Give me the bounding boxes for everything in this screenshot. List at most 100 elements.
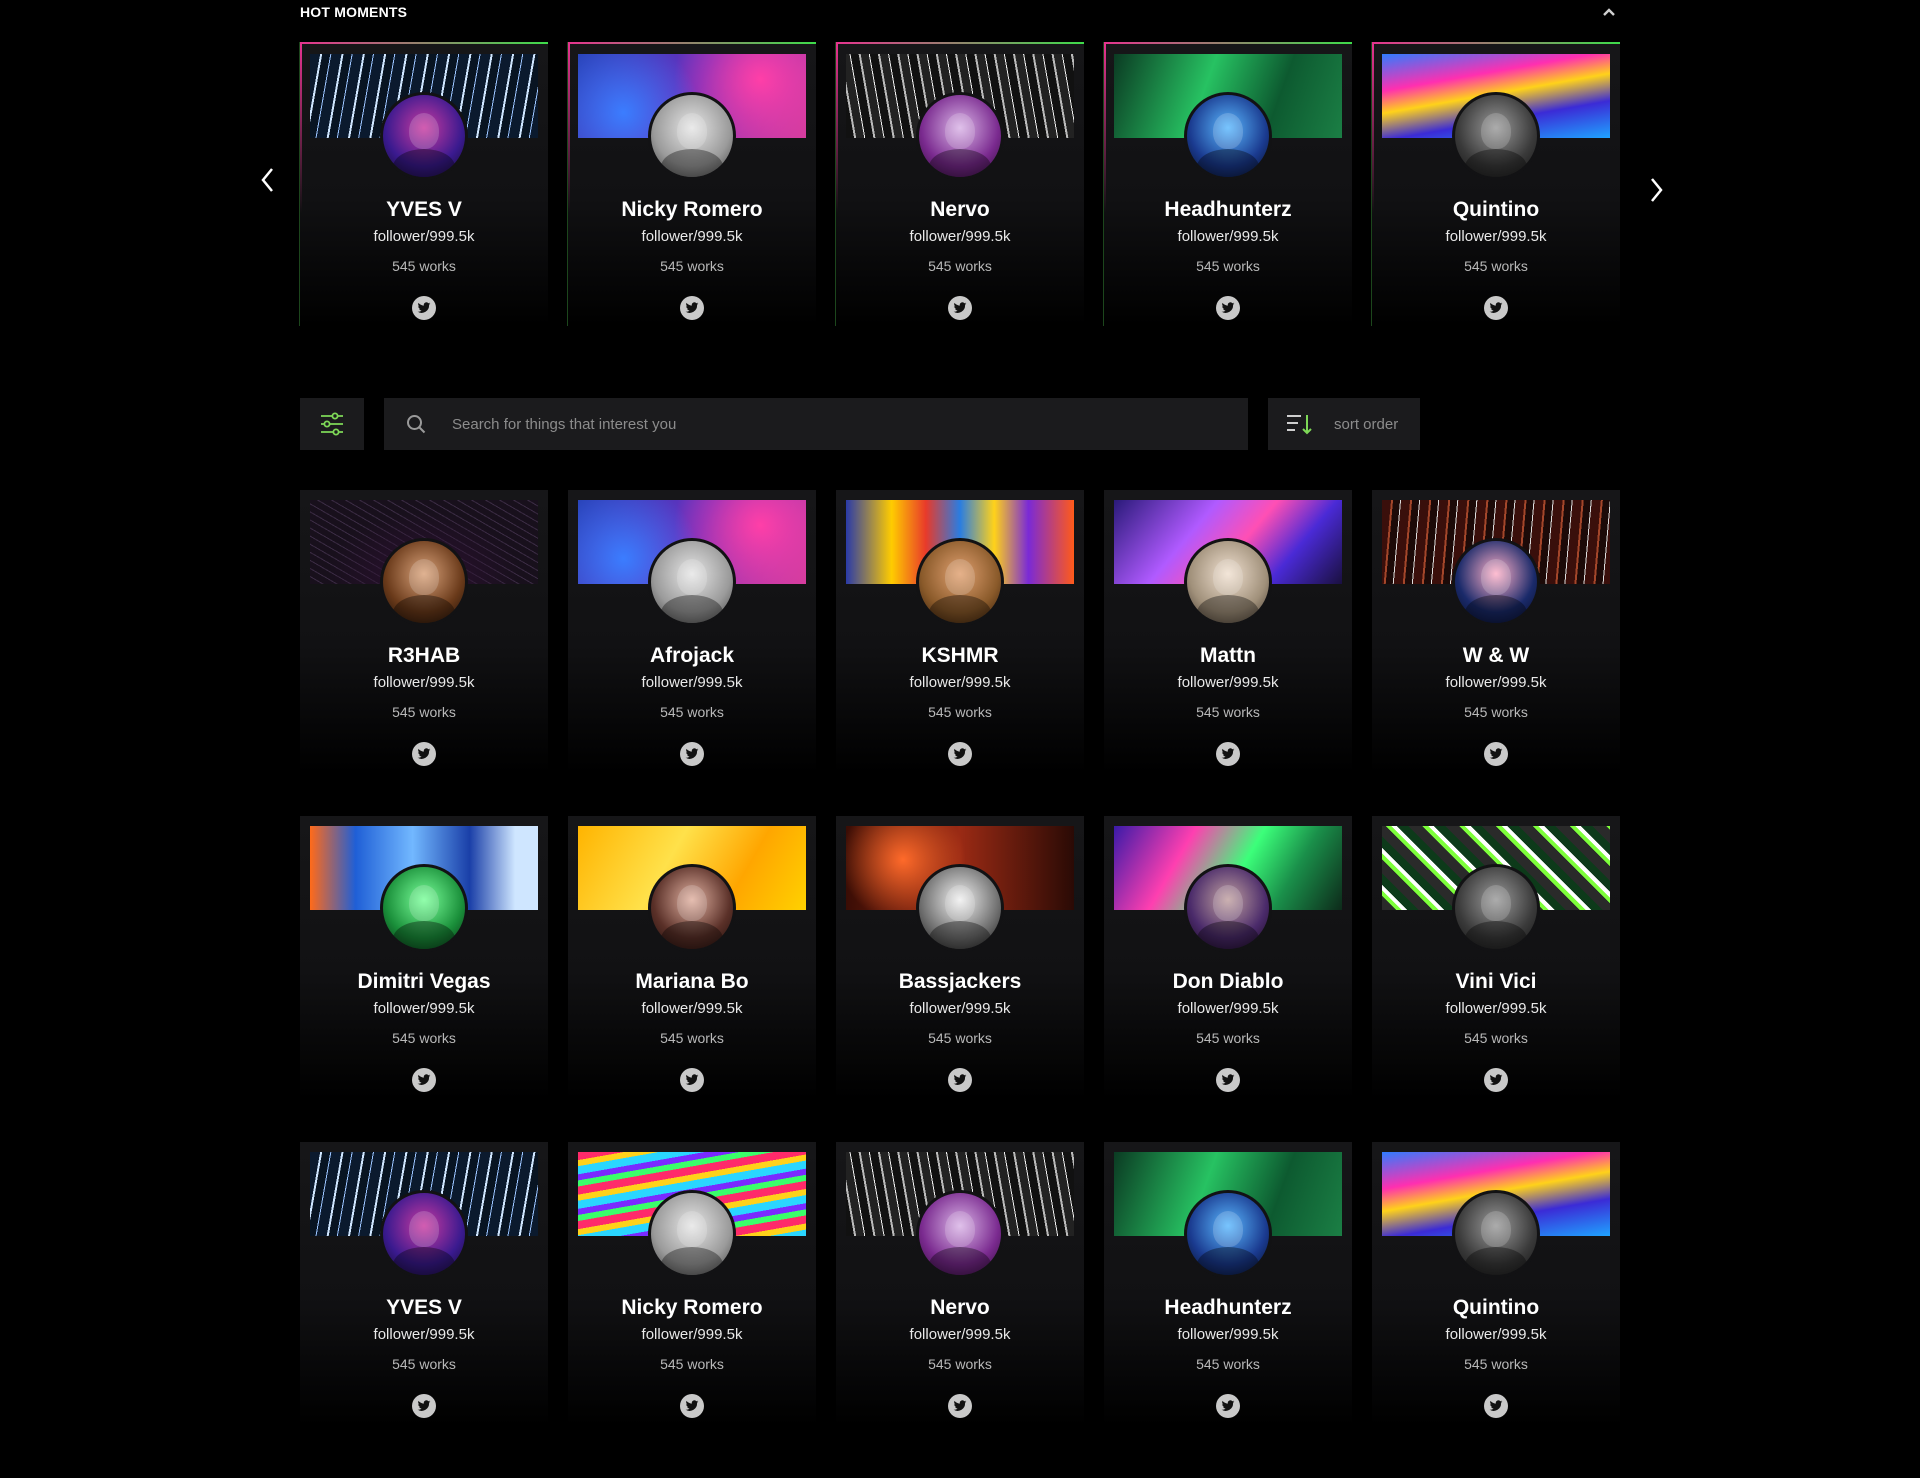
artist-card[interactable]: Headhunterz follower/999.5k 545 works xyxy=(1104,1142,1352,1426)
sort-icon xyxy=(1287,415,1312,435)
twitter-icon[interactable] xyxy=(948,296,972,320)
follower-count: follower/999.5k xyxy=(909,1000,1011,1017)
artist-name: Headhunterz xyxy=(1164,198,1292,221)
filter-button[interactable] xyxy=(300,398,364,450)
twitter-icon[interactable] xyxy=(948,1068,972,1092)
twitter-icon[interactable] xyxy=(412,1068,436,1092)
works-count: 545 works xyxy=(1464,704,1528,720)
avatar xyxy=(916,864,1004,952)
works-count: 545 works xyxy=(1464,1356,1528,1372)
twitter-icon[interactable] xyxy=(412,1394,436,1418)
follower-count: follower/999.5k xyxy=(373,674,475,691)
twitter-icon[interactable] xyxy=(680,1068,704,1092)
twitter-icon[interactable] xyxy=(1216,1394,1240,1418)
artist-card[interactable]: Vini Vici follower/999.5k 545 works xyxy=(1372,816,1620,1100)
artist-card[interactable]: Nervo follower/999.5k 545 works xyxy=(836,1142,1084,1426)
twitter-icon[interactable] xyxy=(412,742,436,766)
follower-count: follower/999.5k xyxy=(909,1326,1011,1343)
works-count: 545 works xyxy=(660,1356,724,1372)
works-count: 545 works xyxy=(1196,1030,1260,1046)
avatar xyxy=(1452,864,1540,952)
artist-card[interactable]: KSHMR follower/999.5k 545 works xyxy=(836,490,1084,774)
artist-card[interactable]: YVES V follower/999.5k 545 works xyxy=(300,1142,548,1426)
twitter-icon[interactable] xyxy=(1216,296,1240,320)
artist-card[interactable]: Afrojack follower/999.5k 545 works xyxy=(568,490,816,774)
follower-count: follower/999.5k xyxy=(1177,1326,1279,1343)
avatar xyxy=(380,1190,468,1278)
twitter-icon[interactable] xyxy=(680,1394,704,1418)
artist-card[interactable]: R3HAB follower/999.5k 545 works xyxy=(300,490,548,774)
works-count: 545 works xyxy=(660,1030,724,1046)
follower-count: follower/999.5k xyxy=(1445,1000,1547,1017)
artist-name: Afrojack xyxy=(649,644,735,667)
follower-count: follower/999.5k xyxy=(641,674,743,691)
avatar xyxy=(1452,1190,1540,1278)
works-count: 545 works xyxy=(928,258,992,274)
twitter-icon[interactable] xyxy=(680,296,704,320)
artist-card[interactable]: Mariana Bo follower/999.5k 545 works xyxy=(568,816,816,1100)
follower-count: follower/999.5k xyxy=(1177,1000,1279,1017)
hot-artist-card[interactable]: Quintino follower/999.5k 545 works xyxy=(1372,42,1620,326)
artist-name: Nicky Romero xyxy=(621,1296,763,1319)
chevron-up-icon xyxy=(1603,8,1615,16)
follower-count: follower/999.5k xyxy=(373,1000,475,1017)
twitter-icon[interactable] xyxy=(1484,1068,1508,1092)
chevron-left-icon xyxy=(261,168,273,192)
twitter-icon[interactable] xyxy=(1484,296,1508,320)
artist-name: W & W xyxy=(1462,644,1530,667)
twitter-icon[interactable] xyxy=(1216,742,1240,766)
twitter-icon[interactable] xyxy=(680,742,704,766)
hot-artist-card[interactable]: Nicky Romero follower/999.5k 545 works xyxy=(568,42,816,326)
artist-name: Nicky Romero xyxy=(621,198,763,221)
artist-name: Nervo xyxy=(930,198,990,221)
artist-name: Quintino xyxy=(1452,1296,1540,1319)
chevron-right-icon xyxy=(1651,178,1663,202)
avatar xyxy=(1184,864,1272,952)
artist-card[interactable]: Dimitri Vegas follower/999.5k 545 works xyxy=(300,816,548,1100)
twitter-icon[interactable] xyxy=(1216,1068,1240,1092)
twitter-icon[interactable] xyxy=(948,1394,972,1418)
works-count: 545 works xyxy=(392,704,456,720)
follower-count: follower/999.5k xyxy=(641,228,743,245)
avatar xyxy=(648,1190,736,1278)
artist-name: Headhunterz xyxy=(1164,1296,1292,1319)
follower-count: follower/999.5k xyxy=(641,1000,743,1017)
carousel-next-button[interactable] xyxy=(1642,170,1672,210)
artist-card[interactable]: Quintino follower/999.5k 545 works xyxy=(1372,1142,1620,1426)
search-bar xyxy=(384,398,1248,450)
avatar xyxy=(1452,92,1540,180)
sort-order-button[interactable]: sort order xyxy=(1268,398,1420,450)
works-count: 545 works xyxy=(392,1030,456,1046)
follower-count: follower/999.5k xyxy=(1445,674,1547,691)
artist-name: Don Diablo xyxy=(1172,970,1284,993)
artist-card[interactable]: Mattn follower/999.5k 545 works xyxy=(1104,490,1352,774)
collapse-button[interactable] xyxy=(1598,2,1620,22)
artist-card[interactable]: W & W follower/999.5k 545 works xyxy=(1372,490,1620,774)
avatar xyxy=(916,538,1004,626)
hot-artist-card[interactable]: Nervo follower/999.5k 545 works xyxy=(836,42,1084,326)
works-count: 545 works xyxy=(1464,1030,1528,1046)
avatar xyxy=(1184,538,1272,626)
twitter-icon[interactable] xyxy=(1484,742,1508,766)
hot-moments-carousel: YVES V follower/999.5k 545 works Nicky R… xyxy=(300,42,1620,326)
hot-artist-card[interactable]: YVES V follower/999.5k 545 works xyxy=(300,42,548,326)
works-count: 545 works xyxy=(392,1356,456,1372)
follower-count: follower/999.5k xyxy=(1177,674,1279,691)
works-count: 545 works xyxy=(1464,258,1528,274)
artist-card[interactable]: Nicky Romero follower/999.5k 545 works xyxy=(568,1142,816,1426)
twitter-icon[interactable] xyxy=(412,296,436,320)
avatar xyxy=(380,864,468,952)
twitter-icon[interactable] xyxy=(948,742,972,766)
follower-count: follower/999.5k xyxy=(373,1326,475,1343)
works-count: 545 works xyxy=(1196,1356,1260,1372)
search-input[interactable] xyxy=(450,414,1248,434)
hot-artist-card[interactable]: Headhunterz follower/999.5k 545 works xyxy=(1104,42,1352,326)
follower-count: follower/999.5k xyxy=(1445,228,1547,245)
artist-card[interactable]: Bassjackers follower/999.5k 545 works xyxy=(836,816,1084,1100)
avatar xyxy=(1452,538,1540,626)
twitter-icon[interactable] xyxy=(1484,1394,1508,1418)
follower-count: follower/999.5k xyxy=(909,674,1011,691)
works-count: 545 works xyxy=(928,1030,992,1046)
carousel-prev-button[interactable] xyxy=(252,160,282,200)
artist-card[interactable]: Don Diablo follower/999.5k 545 works xyxy=(1104,816,1352,1100)
